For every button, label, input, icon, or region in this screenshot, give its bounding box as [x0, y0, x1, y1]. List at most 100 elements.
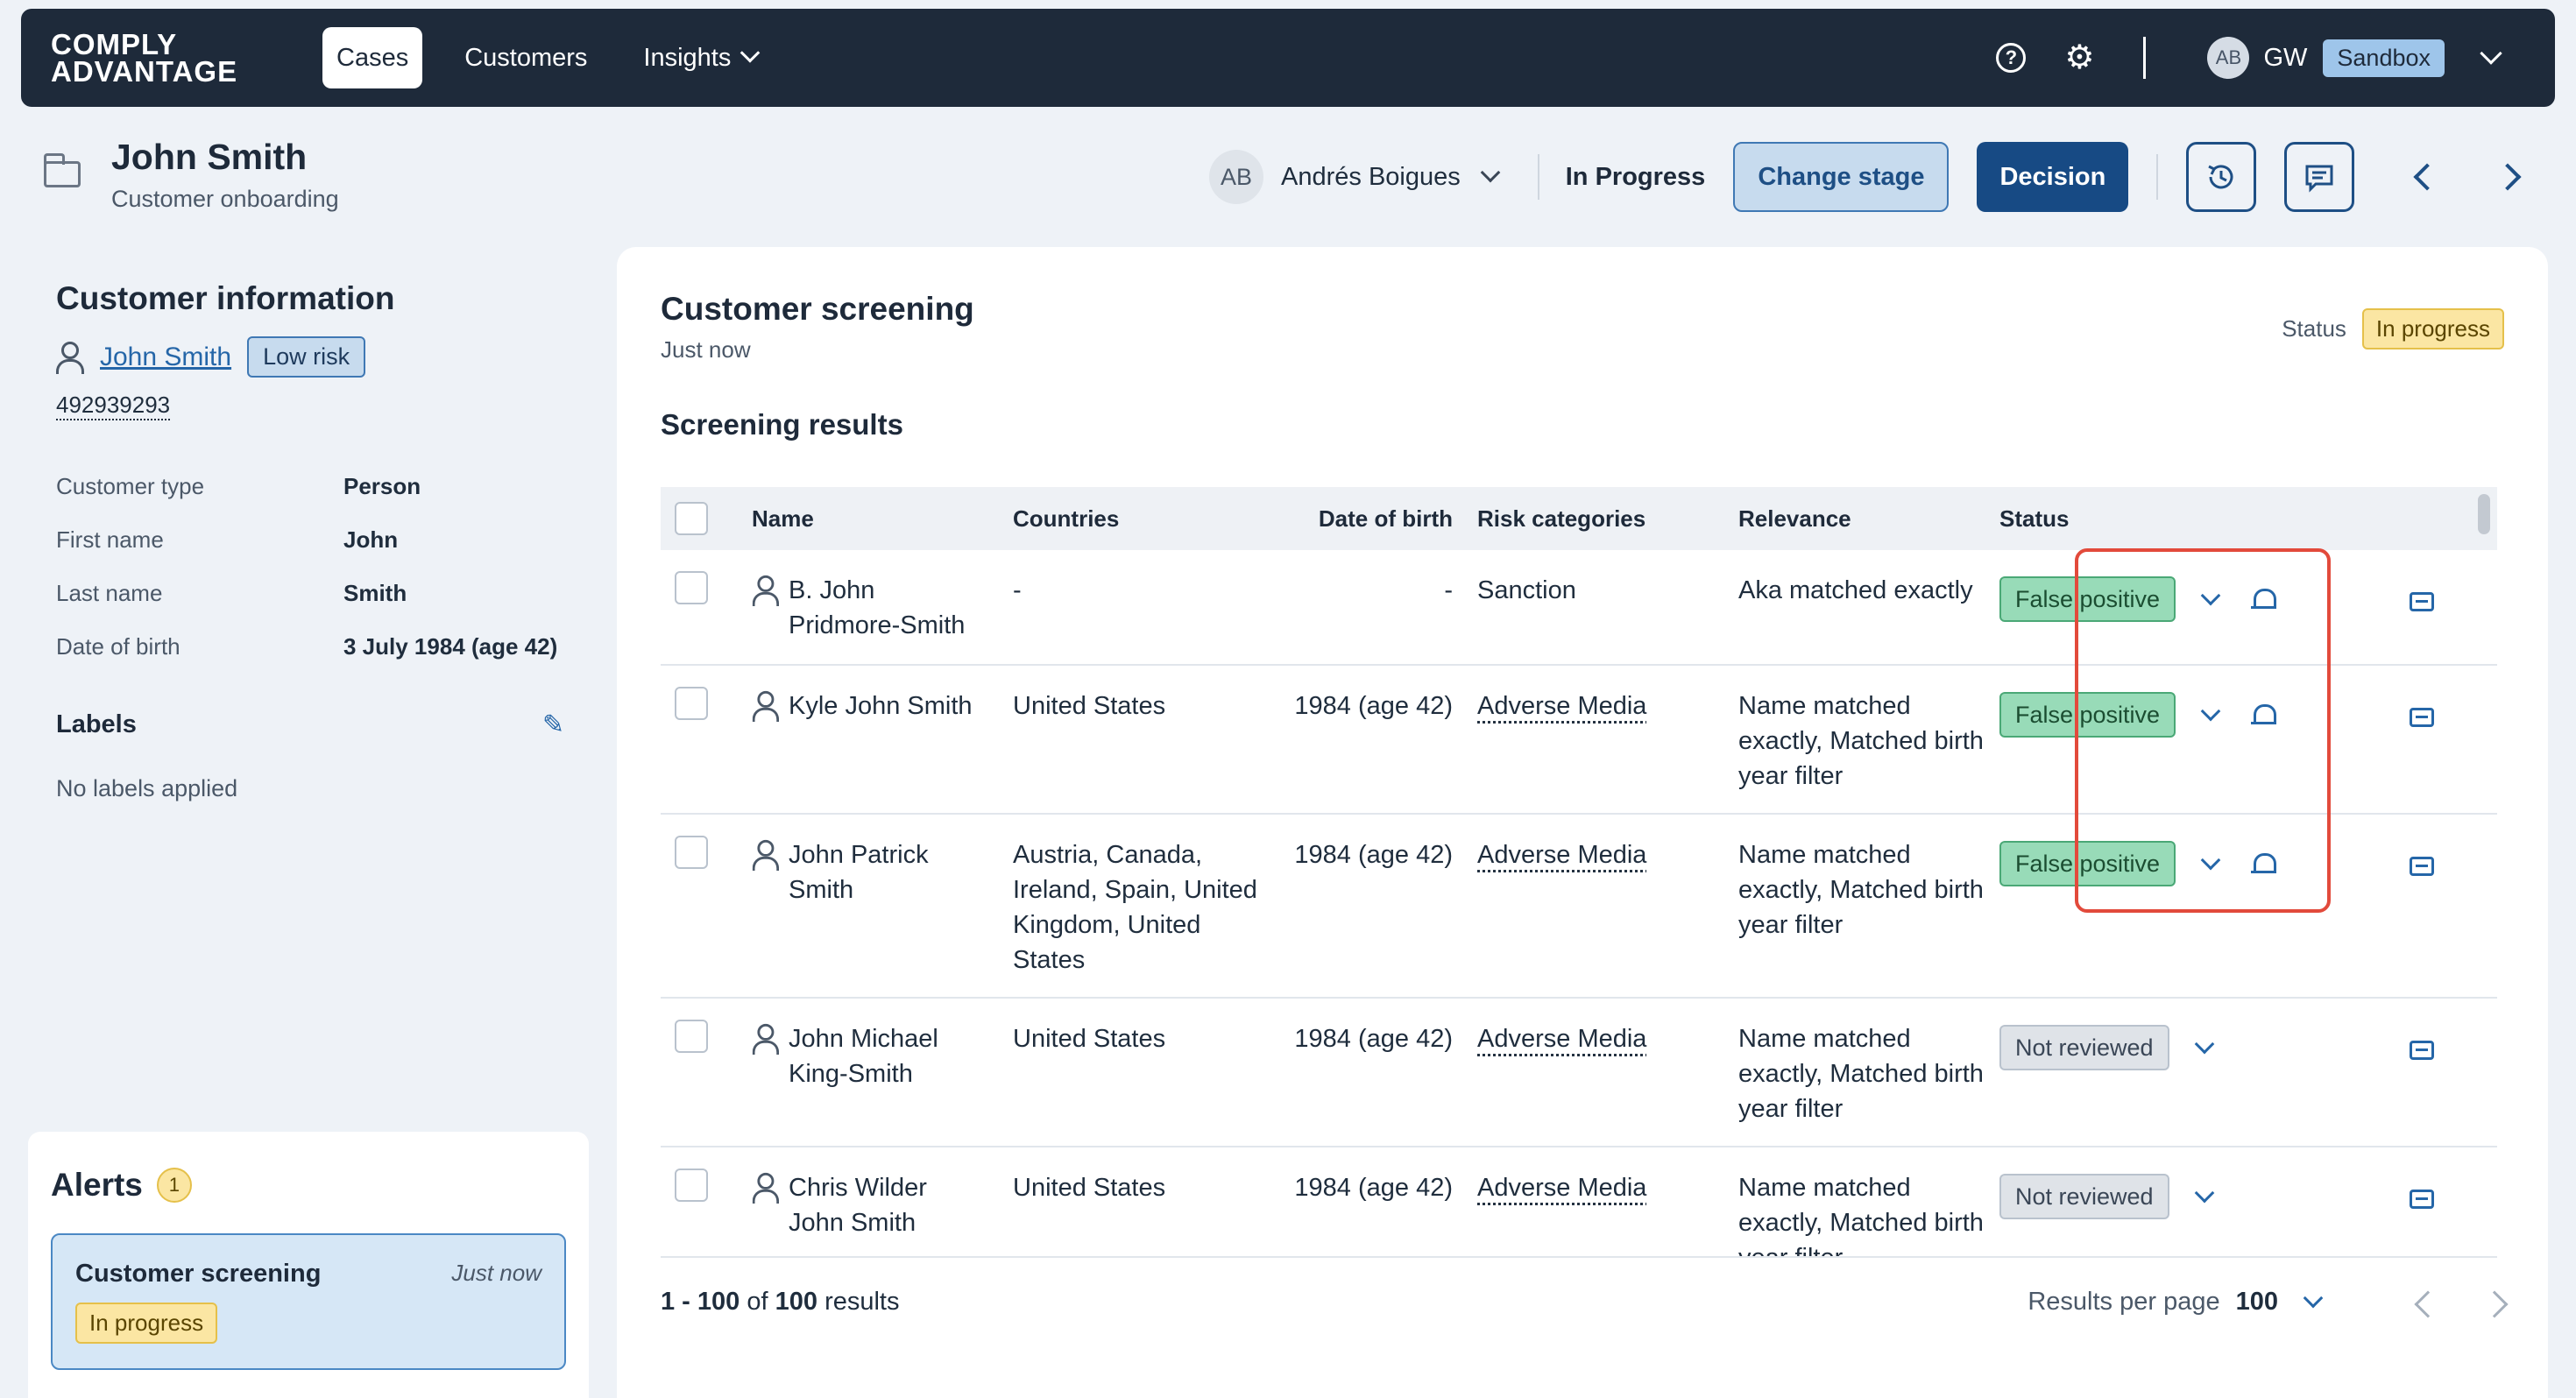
customer-id[interactable]: 492939293 [56, 392, 170, 420]
assignee-chevron-down-icon[interactable] [1480, 163, 1500, 183]
field-label: Last name [56, 580, 343, 607]
status-chevron-down-icon[interactable] [2194, 1183, 2214, 1204]
row-checkbox[interactable] [675, 687, 708, 720]
case-subtitle: Customer onboarding [111, 186, 339, 213]
status-pill[interactable]: Not reviewed [1999, 1174, 2169, 1219]
risk-link[interactable]: Adverse Media [1477, 1174, 1646, 1202]
previous-page-icon[interactable] [2414, 1290, 2441, 1317]
countries-cell: Austria, Canada, Ireland, Spain, United … [1013, 815, 1276, 978]
nav-right-group: ? ⚙ AB GW Sandbox [1996, 37, 2525, 79]
results-table: Name Countries Date of birth Risk catego… [661, 487, 2497, 1258]
help-icon[interactable]: ? [1996, 43, 2026, 73]
dob-cell: - [1276, 550, 1477, 608]
alerts-count-badge: 1 [157, 1168, 192, 1203]
select-all-cell [661, 502, 752, 535]
alert-card[interactable]: Customer screening Just now In progress [51, 1233, 566, 1370]
status-pill[interactable]: Not reviewed [1999, 1025, 2169, 1070]
account-menu-chevron-icon[interactable] [2480, 42, 2502, 64]
status-chevron-down-icon[interactable] [2201, 851, 2221, 871]
status-label: Status [2282, 315, 2346, 342]
results-range: 1 - 100 [661, 1288, 740, 1316]
table-row[interactable]: B. John Pridmore-Smith - - Sanction Aka … [661, 550, 2497, 666]
countries-cell: United States [1013, 666, 1276, 724]
comment-icon[interactable] [2410, 1190, 2434, 1209]
previous-case-icon[interactable] [2414, 163, 2441, 190]
alerts-title: Alerts [51, 1167, 143, 1204]
results-per-page[interactable]: Results per page 100 [2028, 1288, 2320, 1317]
next-case-icon[interactable] [2495, 163, 2522, 190]
comment-icon[interactable] [2410, 592, 2434, 611]
risk-link[interactable]: Adverse Media [1477, 692, 1646, 720]
status-chevron-down-icon[interactable] [2201, 702, 2221, 722]
decision-button[interactable]: Decision [1977, 142, 2128, 212]
customer-name-link[interactable]: John Smith [100, 342, 231, 372]
change-stage-button[interactable]: Change stage [1733, 142, 1949, 212]
comment-icon[interactable] [2410, 708, 2434, 727]
assignee-name[interactable]: Andrés Boigues [1281, 163, 1461, 192]
history-icon [2204, 159, 2239, 194]
results-total: 100 [775, 1288, 817, 1316]
name-cell: John Patrick Smith [752, 815, 1013, 907]
status-chevron-down-icon[interactable] [2194, 1034, 2214, 1055]
col-dob[interactable]: Date of birth [1276, 505, 1477, 533]
col-countries[interactable]: Countries [1013, 505, 1276, 533]
monitor-bell-icon[interactable] [2251, 851, 2274, 876]
status-chevron-down-icon[interactable] [2201, 586, 2221, 606]
col-risk[interactable]: Risk categories [1477, 505, 1738, 533]
comment-icon[interactable] [2410, 857, 2434, 876]
match-name[interactable]: Chris Wilder John Smith [789, 1170, 964, 1240]
comments-button[interactable] [2284, 142, 2354, 212]
risk-link[interactable]: Adverse Media [1477, 841, 1646, 869]
col-status[interactable]: Status [1999, 505, 2403, 533]
status-cell: Not reviewed [1999, 999, 2403, 1070]
table-row[interactable]: John Patrick Smith Austria, Canada, Irel… [661, 815, 2497, 999]
customer-info-panel: Customer information John Smith Low risk… [56, 280, 564, 802]
comment-icon[interactable] [2410, 1041, 2434, 1060]
status-pill[interactable]: False positive [1999, 576, 2176, 622]
logo[interactable]: COMPLY ADVANTAGE [51, 31, 322, 85]
environment-badge: Sandbox [2323, 39, 2445, 77]
results-title: Screening results [661, 408, 903, 441]
person-icon [753, 1173, 776, 1203]
row-select-cell [661, 815, 752, 869]
settings-icon[interactable]: ⚙ [2064, 41, 2094, 74]
table-row[interactable]: Kyle John Smith United States 1984 (age … [661, 666, 2497, 815]
table-row[interactable]: Chris Wilder John Smith United States 19… [661, 1147, 2497, 1258]
col-relevance[interactable]: Relevance [1738, 505, 1999, 533]
status-pill[interactable]: False positive [1999, 841, 2176, 886]
table-scrollbar[interactable] [2478, 494, 2490, 534]
risk-cell: Adverse Media [1477, 815, 1738, 872]
match-name[interactable]: B. John Pridmore-Smith [789, 573, 981, 643]
assignee-avatar[interactable]: AB [1209, 150, 1263, 204]
row-select-cell [661, 550, 752, 604]
match-name[interactable]: John Patrick Smith [789, 837, 964, 907]
monitor-bell-icon[interactable] [2251, 703, 2274, 727]
risk-link[interactable]: Adverse Media [1477, 1025, 1646, 1053]
results-of: of [747, 1288, 768, 1316]
match-name[interactable]: Kyle John Smith [789, 688, 999, 724]
customer-info-title: Customer information [56, 280, 564, 317]
row-checkbox[interactable] [675, 1020, 708, 1053]
row-checkbox[interactable] [675, 1169, 708, 1202]
user-avatar[interactable]: AB [2207, 37, 2249, 79]
select-all-checkbox[interactable] [675, 502, 708, 535]
nav-cases[interactable]: Cases [322, 27, 422, 88]
monitor-bell-icon[interactable] [2251, 587, 2274, 611]
case-stage: In Progress [1566, 163, 1706, 192]
col-name[interactable]: Name [752, 505, 1013, 533]
row-checkbox[interactable] [675, 836, 708, 869]
match-name[interactable]: John Michael King-Smith [789, 1021, 964, 1091]
results-word: results [824, 1288, 899, 1316]
next-page-icon[interactable] [2480, 1290, 2508, 1317]
table-row[interactable]: John Michael King-Smith United States 19… [661, 999, 2497, 1147]
row-checkbox[interactable] [675, 571, 708, 604]
field-label: Customer type [56, 473, 343, 500]
person-icon [753, 1024, 776, 1054]
history-button[interactable] [2186, 142, 2256, 212]
status-pill[interactable]: False positive [1999, 692, 2176, 738]
edit-labels-icon[interactable]: ✎ [542, 710, 564, 740]
name-cell: John Michael King-Smith [752, 999, 1013, 1091]
rpp-chevron-down-icon[interactable] [2304, 1288, 2324, 1308]
nav-insights[interactable]: Insights [629, 27, 771, 88]
nav-customers[interactable]: Customers [450, 27, 601, 88]
